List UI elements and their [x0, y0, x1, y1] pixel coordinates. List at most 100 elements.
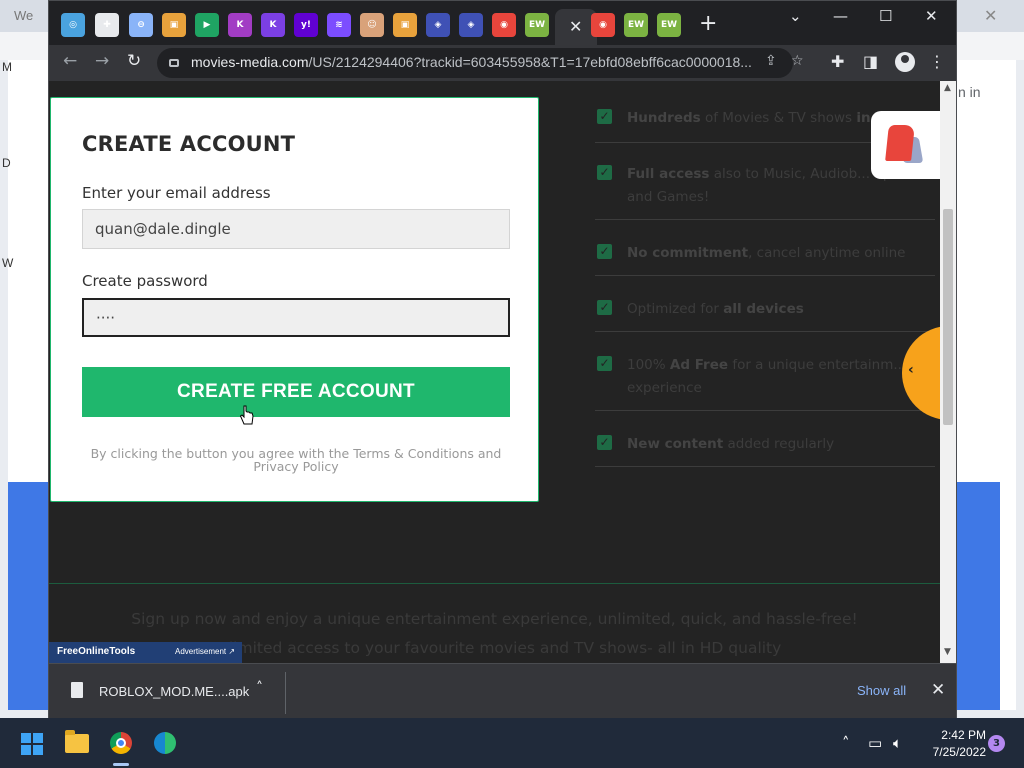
tab-k[interactable]: K [228, 13, 252, 37]
feature-bold: Hundreds [627, 110, 701, 126]
brand-logo[interactable] [871, 111, 940, 179]
time: 2:42 PM [941, 728, 986, 742]
divider [285, 672, 286, 714]
signup-title: CREATE ACCOUNT [82, 132, 296, 156]
promo-line-1: Sign up now and enjoy a unique entertain… [131, 610, 858, 628]
close-shelf-icon[interactable]: ✕ [931, 680, 945, 700]
divider [49, 583, 940, 584]
chrome-icon[interactable] [110, 732, 132, 754]
feature-text: added regularly [723, 436, 835, 452]
tab-layers[interactable]: ≋ [327, 13, 351, 37]
scroll-thumb[interactable] [943, 209, 953, 425]
close-window-icon[interactable]: ✕ [925, 7, 938, 25]
profile-avatar-icon[interactable] [895, 52, 915, 72]
list-item: ✓ New content added regularly [595, 435, 935, 467]
feature-bold-2: all devices [723, 301, 804, 317]
maximize-icon[interactable]: ☐ [879, 7, 892, 25]
store-icon: ▣ [169, 20, 179, 30]
tab-extensions[interactable]: ✚ [95, 13, 119, 37]
background-sign-in[interactable]: n in [958, 84, 981, 100]
reload-icon[interactable]: ↻ [127, 51, 141, 71]
ad-brand: FreeOnlineTools [57, 646, 136, 657]
lock-icon[interactable] [169, 59, 179, 67]
chevron-up-icon[interactable]: ˄ [256, 680, 263, 696]
url-path: /US/2124294406?trackid=603455958&T1=17eb… [308, 54, 751, 70]
tab-record[interactable]: ◉ [492, 13, 516, 37]
tab-shield[interactable]: ◈ [426, 13, 450, 37]
tab-yahoo[interactable]: y! [294, 13, 318, 37]
bookmark-star-icon[interactable]: ☆ [791, 53, 804, 69]
ew-icon: EW [627, 20, 645, 30]
terms-text[interactable]: By clicking the button you agree with th… [82, 447, 510, 473]
swirl-icon: ◎ [69, 20, 77, 30]
check-icon: ✓ [597, 165, 612, 180]
new-tab-button[interactable]: + [699, 13, 717, 35]
scroll-down-icon[interactable]: ▼ [944, 647, 951, 657]
chevron-up-icon[interactable]: ˄ [842, 734, 850, 752]
feature-bold: Full access [627, 166, 710, 182]
email-field[interactable] [82, 209, 510, 249]
scroll-up-icon[interactable]: ▲ [944, 83, 951, 93]
tab-record-2[interactable]: ◉ [591, 13, 615, 37]
record-icon: ◉ [500, 20, 508, 30]
feature-bold-2: in [856, 110, 871, 126]
tab-shield-2[interactable]: ◈ [459, 13, 483, 37]
hand-cursor-icon [240, 405, 254, 425]
create-account-button[interactable]: CREATE FREE ACCOUNT [82, 367, 510, 417]
meet-icon: ▶ [203, 20, 211, 30]
edge-icon[interactable] [154, 732, 176, 754]
date: 7/25/2022 [932, 745, 986, 759]
page-scrollbar[interactable]: ▲ ▼ [940, 81, 956, 663]
tab-meet[interactable]: ▶ [195, 13, 219, 37]
tab-ew[interactable]: EW [525, 13, 549, 37]
start-icon[interactable] [21, 733, 43, 755]
side-panel-icon[interactable]: ◨ [863, 52, 878, 71]
tab-store[interactable]: ▣ [162, 13, 186, 37]
k-icon: K [269, 20, 277, 30]
url-text[interactable]: movies-media.com/US/2124294406?trackid=6… [191, 54, 751, 70]
tab-link[interactable]: ⊖ [129, 13, 153, 37]
ad-badge[interactable]: FreeOnlineTools Advertisement ↗ [49, 642, 242, 663]
active-app-indicator [113, 763, 129, 766]
notification-badge[interactable]: 3 [988, 735, 1005, 752]
forward-icon[interactable]: → [95, 51, 109, 71]
ew-icon: EW [528, 20, 546, 30]
volume-icon[interactable]: 🔈︎ [893, 734, 902, 752]
tab-swirl[interactable]: ◎ [61, 13, 85, 37]
background-side-letter: D [2, 156, 11, 170]
shield-icon: ◈ [467, 20, 475, 30]
page-content: CREATE ACCOUNT Enter your email address … [49, 81, 940, 663]
check-icon: ✓ [597, 244, 612, 259]
tab-k-2[interactable]: K [261, 13, 285, 37]
check-icon: ✓ [597, 435, 612, 450]
clock[interactable]: 2:42 PM 7/25/2022 [922, 727, 986, 761]
download-file-name[interactable]: ROBLOX_MOD.ME....apk [99, 684, 249, 699]
network-icon[interactable]: ▭ [868, 734, 882, 752]
file-icon [71, 682, 83, 698]
puzzle-icon: ✚ [103, 20, 111, 30]
check-icon: ✓ [597, 300, 612, 315]
tab-store-2[interactable]: ▣ [393, 13, 417, 37]
avatar-icon: ☺ [367, 20, 377, 30]
file-explorer-icon[interactable] [65, 730, 89, 753]
background-window-title[interactable]: We [14, 8, 33, 23]
background-close-icon[interactable]: ✕ [984, 6, 997, 25]
tab-avatar[interactable]: ☺ [360, 13, 384, 37]
address-bar[interactable]: movies-media.com/US/2124294406?trackid=6… [157, 48, 804, 78]
share-icon[interactable]: ⇪ [765, 53, 777, 69]
tab-ew-2[interactable]: EW [624, 13, 648, 37]
email-label: Enter your email address [82, 184, 271, 202]
yahoo-icon: y! [301, 20, 311, 30]
close-tab-icon[interactable]: ✕ [569, 17, 582, 36]
tab-ew-3[interactable]: EW [657, 13, 681, 37]
menu-kebab-icon[interactable]: ⋮ [929, 52, 945, 71]
password-field[interactable] [82, 298, 510, 337]
show-all-link[interactable]: Show all [857, 683, 906, 698]
password-label: Create password [82, 272, 208, 290]
feature-text: Optimized for [627, 301, 724, 317]
back-icon[interactable]: ← [63, 51, 77, 71]
extensions-icon[interactable]: ✚ [831, 52, 844, 71]
tab-search-icon[interactable]: ⌄ [789, 7, 802, 25]
download-shelf: ROBLOX_MOD.ME....apk ˄ Show all ✕ [49, 663, 956, 718]
minimize-icon[interactable]: — [833, 7, 848, 25]
